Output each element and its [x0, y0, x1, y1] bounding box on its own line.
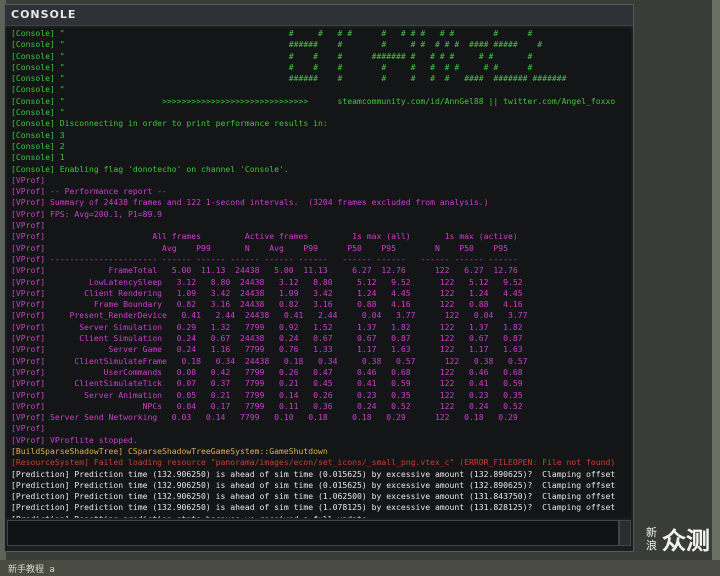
- console-line: [VProf] ClientSimulateTick 0.07 0.37 779…: [11, 378, 523, 389]
- submit-button[interactable]: [619, 520, 631, 546]
- title-bar[interactable]: CONSOLE: [5, 5, 633, 26]
- console-line: [VProf] Client Rendering 1.09 3.42 24438…: [11, 287, 523, 298]
- console-line: [VProf] Server Simulation 0.29 1.32 7799…: [11, 321, 523, 332]
- console-line: [Console] " ###### # # # # # # # #### ##…: [11, 39, 543, 50]
- console-line: [Prediction] Resetting prediction state …: [7, 514, 631, 518]
- console-line: [Console] 2: [11, 140, 65, 151]
- console-line: [VProf] -- Performance report --: [11, 186, 167, 197]
- console-line: [VProf] Server Game 0.24 1.16 7799 0.76 …: [11, 344, 523, 355]
- console-line: [Prediction] Prediction time (132.906250…: [11, 479, 616, 490]
- watermark-logo: 新浪 众测: [646, 526, 716, 556]
- command-bar: [7, 520, 631, 548]
- console-line: [Prediction] Prediction time (132.906250…: [11, 502, 616, 513]
- console-line: [VProf] Client Simulation 0.24 0.67 2443…: [11, 333, 523, 344]
- console-line: [VProf] FPS: Avg=200.1, P1=89.9: [11, 208, 163, 219]
- console-line: [VProf] Avg P99 N Avg P99 P50 P95 N P50 …: [11, 242, 509, 253]
- console-line: [Console] " >>>>>>>>>>>>>>>>>>>>>>>>>>>>…: [11, 95, 616, 106]
- console-line: [Console] Disconnecting in order to prin…: [11, 118, 328, 129]
- console-line: [Console] 1: [11, 152, 65, 163]
- console-line: [VProf] ---------------------- ------ --…: [11, 253, 518, 264]
- console-line: [VProf] NPCs 0.04 0.17 7799 0.11 0.36 0.…: [11, 400, 523, 411]
- console-line: [VProf] Present_RenderDevice 0.41 2.44 2…: [11, 310, 528, 321]
- taskbar-text: 新手教程 a: [8, 565, 55, 575]
- watermark-small-text: 新浪: [646, 526, 657, 552]
- console-line: [Prediction] Prediction time (132.906250…: [11, 491, 616, 502]
- console-line: [VProf] LowLatencySleep 3.12 8.80 24438 …: [11, 276, 523, 287]
- console-line: [VProf] Frame Boundary 0.82 3.16 24438 0…: [11, 299, 523, 310]
- console-line: [VProf] ClientSimulateFrame 0.18 0.34 24…: [11, 355, 528, 366]
- background-right: [712, 0, 720, 576]
- console-line: [VProf]: [11, 220, 46, 231]
- window-title: CONSOLE: [11, 8, 77, 21]
- console-window: CONSOLE [Console] " # # # # # # # # # # …: [4, 4, 634, 552]
- console-line: [Console] ": [11, 84, 65, 95]
- console-line: [VProf] Server Send Networking 0.03 0.14…: [11, 412, 518, 423]
- console-line: [VProf] UserCommands 0.08 0.42 7799 0.26…: [11, 366, 523, 377]
- console-line: [Console] " # # # ####### # # # # # # #: [11, 50, 533, 61]
- console-line: [Console] " # # # # # # # # # # #: [11, 61, 533, 72]
- command-input[interactable]: [7, 520, 619, 546]
- console-line: [Console] Enabling flag 'donotecho' on c…: [11, 163, 289, 174]
- watermark-large-text: 众测: [662, 527, 710, 555]
- console-line: [ResourceSystem] Failed loading resource…: [11, 457, 616, 468]
- console-line: [Prediction] Prediction time (132.906250…: [11, 468, 616, 479]
- console-line: [Console] 3: [11, 129, 65, 140]
- console-line: [VProf]: [11, 174, 46, 185]
- console-line: [VProf] VProflite stopped.: [11, 434, 138, 445]
- console-line: [VProf] All frames Active frames 1s max …: [11, 231, 518, 242]
- console-line: [BuildSparseShadowTree] CSparseShadowTre…: [11, 445, 328, 456]
- console-line: [Console] ": [11, 107, 65, 118]
- console-line: [VProf] Server Animation 0.05 0.21 7799 …: [11, 389, 523, 400]
- taskbar: 新手教程 a: [0, 560, 720, 576]
- console-line: [Console] " # # # # # # # # # # # #: [11, 28, 533, 38]
- console-line: [VProf] Summary of 24438 frames and 122 …: [11, 197, 489, 208]
- console-output[interactable]: [Console] " # # # # # # # # # # # # [Cons…: [7, 28, 631, 518]
- console-line: [VProf]: [11, 423, 46, 434]
- console-line: [VProf] FrameTotal 5.00 11.13 24438 5.00…: [11, 265, 518, 276]
- console-line: [Console] " ###### # # # # # #### ######…: [11, 73, 567, 84]
